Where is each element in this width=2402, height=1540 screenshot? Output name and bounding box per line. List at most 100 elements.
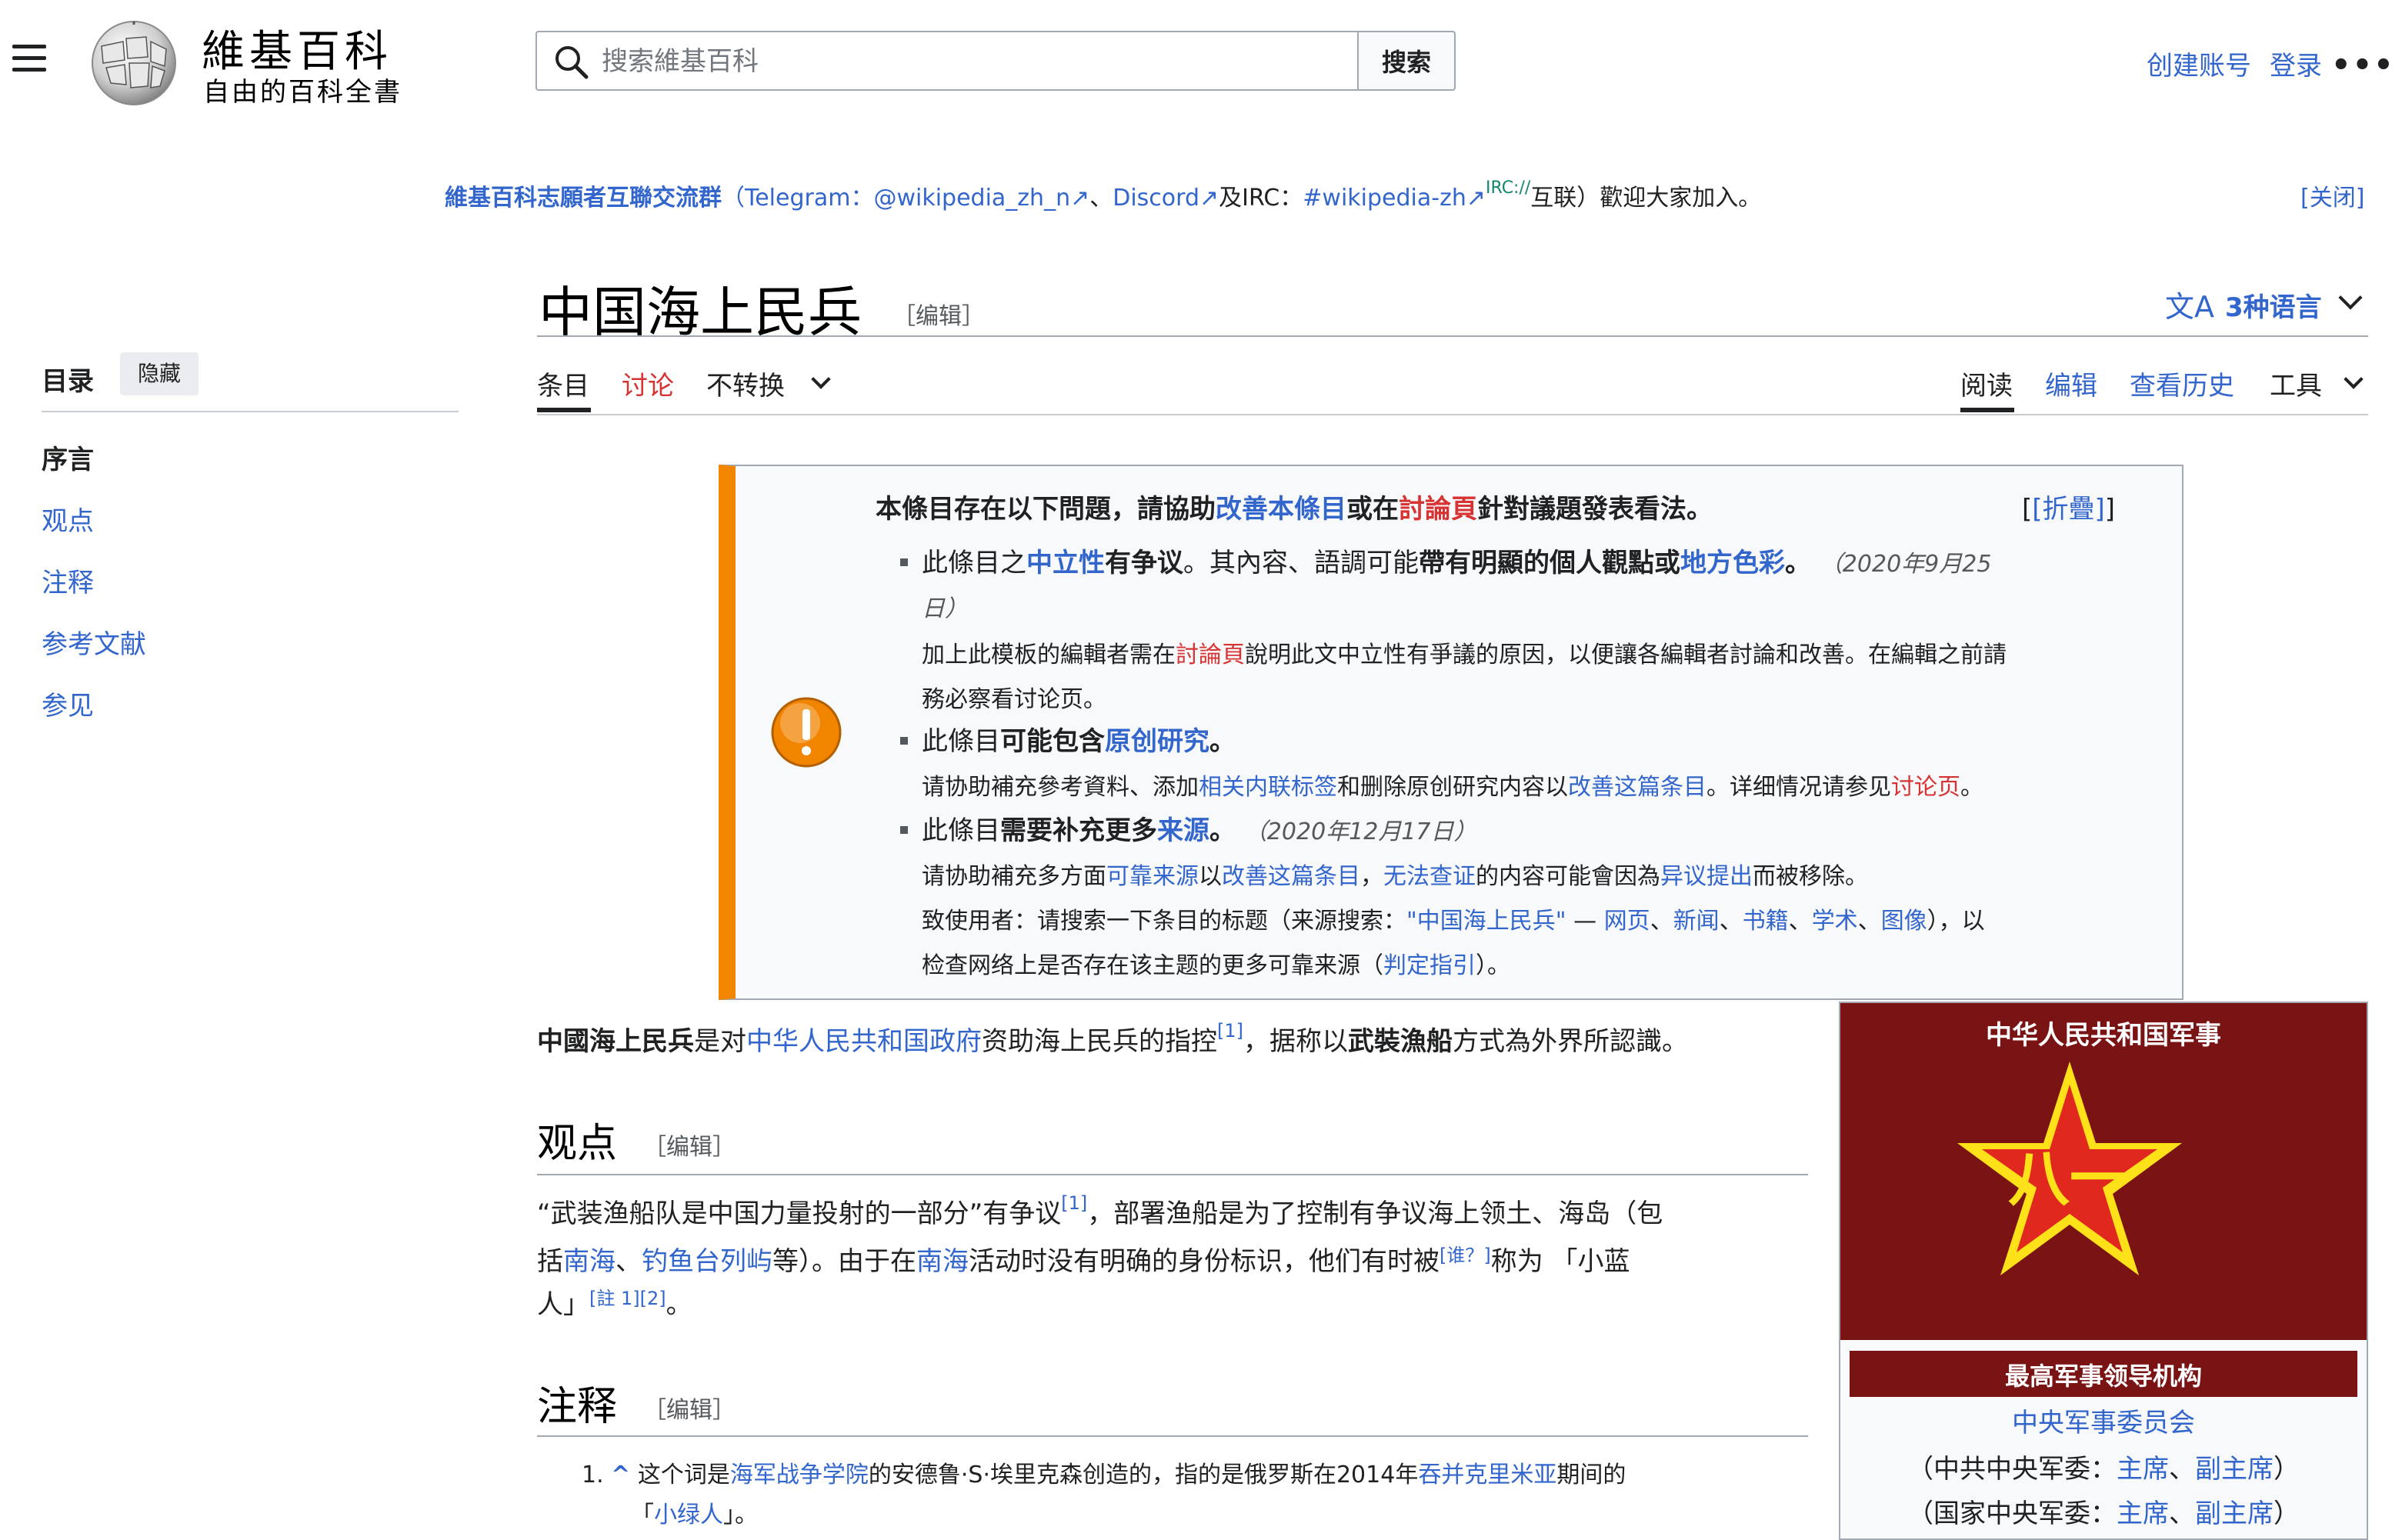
irc-link[interactable]: #wikipedia-zh — [1303, 185, 1466, 212]
naval-war-college-link[interactable]: 海军战争学院 — [730, 1462, 869, 1488]
tab-history[interactable]: 查看历史 — [2130, 365, 2234, 402]
talk-page-link[interactable]: 討論頁 — [1399, 494, 1477, 525]
talk-page-link[interactable]: 讨论页 — [1891, 774, 1960, 801]
more-options-button[interactable]: ••• — [2331, 48, 2395, 83]
tab-edit[interactable]: 编辑 — [2045, 365, 2097, 402]
tab-read[interactable]: 阅读 — [1960, 365, 2013, 402]
note-backlink[interactable]: ^ — [611, 1462, 630, 1488]
chevron-down-icon[interactable] — [2338, 285, 2363, 310]
bullet-icon — [900, 737, 908, 745]
note-1: 1. ^ 这个词是海军战争学院的安德鲁·S·埃里克森创造的，指的是俄罗斯在201… — [582, 1462, 1626, 1488]
diaoyu-islands-link[interactable]: 钓鱼台列屿 — [642, 1246, 772, 1277]
bullet-icon — [900, 558, 908, 566]
issue-neutrality-detail: 加上此模板的編輯者需在討論頁說明此文中立性有爭議的原因，以便讓各編輯者討論和改善… — [922, 642, 2007, 668]
toc-item-notes[interactable]: 注释 — [42, 562, 94, 599]
site-wordmark[interactable]: 維基百科 — [202, 17, 392, 79]
chairman-link[interactable]: 主席 — [2117, 1454, 2169, 1485]
citation-link[interactable]: [1] — [1061, 1192, 1087, 1214]
search-query-link[interactable]: "中国海上民兵" — [1406, 908, 1566, 935]
chevron-down-icon[interactable] — [2344, 369, 2364, 389]
crimea-annexation-link[interactable]: 吞并克里米亚 — [1418, 1462, 1556, 1488]
search-input[interactable] — [600, 34, 1342, 89]
search-images-link[interactable]: 图像 — [1881, 908, 1927, 935]
site-notice: 維基百科志願者互聯交流群（Telegram：@wikipedia_zh_n↗、D… — [445, 178, 1762, 212]
vice-chairman-link[interactable]: 副主席 — [2195, 1454, 2274, 1485]
infobox-section-title: 最高军事领导机构 — [2004, 1362, 2202, 1391]
wikipedia-globe-logo[interactable] — [86, 15, 186, 108]
volunteer-group-link[interactable]: 維基百科志願者互聯交流群 — [445, 185, 722, 212]
tabs-divider — [537, 414, 2368, 415]
improve-article-link[interactable]: 改善这篇条目 — [1568, 774, 1706, 801]
original-research-link[interactable]: 原创研究 — [1105, 726, 1209, 757]
improve-article-link[interactable]: 改善本條目 — [1216, 494, 1346, 525]
site-tagline: 自由的百科全書 — [203, 77, 402, 108]
language-button[interactable]: 3种语言 — [2225, 286, 2322, 324]
section-edit-link[interactable]: ［编辑］ — [643, 1128, 736, 1162]
reliable-sources-link[interactable]: 可靠来源 — [1106, 863, 1199, 890]
chevron-down-icon[interactable] — [811, 369, 831, 389]
discord-link[interactable]: Discord — [1113, 185, 1199, 212]
talk-page-link[interactable]: 討論頁 — [1176, 642, 1245, 668]
tab-tools[interactable]: 工具 — [2270, 365, 2322, 402]
find-sources-line: 致使用者：请搜索一下条目的标题（来源搜索："中国海上民兵" — 网页、新闻、书籍… — [922, 908, 1985, 935]
search-scholar-link[interactable]: 学术 — [1812, 908, 1858, 935]
svg-text:八一: 八一 — [2008, 1143, 2131, 1215]
search-button[interactable]: 搜索 — [1357, 31, 1456, 91]
toc-divider — [42, 411, 459, 412]
local-color-link[interactable]: 地方色彩 — [1680, 548, 1785, 578]
issues-header: 本條目存在以下問題，請協助改善本條目或在討論頁針對議題發表看法。 — [876, 494, 1713, 525]
neutrality-link[interactable]: 中立性 — [1026, 548, 1105, 578]
external-link-icon: ↗ — [1070, 185, 1090, 212]
toc-item-see-also[interactable]: 参见 — [42, 685, 94, 722]
note-citation-link[interactable]: [註 1][2] — [589, 1288, 666, 1309]
verifiability-link[interactable]: 无法查证 — [1383, 863, 1476, 890]
main-menu-button[interactable] — [12, 45, 46, 72]
little-green-men-link[interactable]: 小绿人 — [654, 1502, 723, 1528]
notice-close-link[interactable]: [关闭] — [2300, 178, 2364, 212]
citation-link[interactable]: [1] — [1217, 1020, 1243, 1042]
guideline-link[interactable]: 判定指引 — [1383, 952, 1476, 979]
infobox-row-state-cmc: （国家中央军委：主席、副主席） — [1907, 1498, 2300, 1529]
improve-article-link[interactable]: 改善这篇条目 — [1222, 863, 1360, 890]
south-china-sea-link[interactable]: 南海 — [916, 1246, 969, 1277]
collapse-link[interactable]: [[折疊]] — [2022, 488, 2115, 525]
section-heading-viewpoints: 观点 — [537, 1121, 618, 1167]
bullet-icon — [900, 826, 908, 834]
telegram-link[interactable]: @wikipedia_zh_n — [873, 185, 1070, 212]
tab-variant[interactable]: 不转换 — [706, 365, 785, 402]
note-1-line-2: 「小绿人」。 — [631, 1502, 758, 1528]
chairman-link[interactable]: 主席 — [2117, 1498, 2169, 1529]
search-books-link[interactable]: 书籍 — [1743, 908, 1789, 935]
title-edit-link[interactable]: ［编辑］ — [892, 297, 985, 331]
create-account-link[interactable]: 创建账号 — [2147, 45, 2251, 82]
section-divider — [537, 1174, 1808, 1175]
search-news-link[interactable]: 新闻 — [1673, 908, 1720, 935]
login-link[interactable]: 登录 — [2270, 45, 2322, 82]
toc-hide-button[interactable]: 隐藏 — [120, 352, 198, 395]
section-edit-link[interactable]: ［编辑］ — [643, 1391, 736, 1425]
tab-active-indicator — [1960, 408, 2014, 412]
vice-chairman-link[interactable]: 副主席 — [2195, 1498, 2274, 1529]
toc-item-references[interactable]: 参考文献 — [42, 623, 146, 661]
hamburger-icon — [12, 45, 46, 48]
tab-article[interactable]: 条目 — [537, 365, 589, 402]
challenge-link[interactable]: 异议提出 — [1660, 863, 1753, 890]
external-link-icon: ↗ — [1466, 185, 1486, 212]
find-sources-line-2: 检查网络上是否存在该主题的更多可靠来源（判定指引）。 — [922, 952, 1510, 979]
issue-neutrality: 此條目之中立性有争议。其內容、語調可能帶有明顯的個人觀點或地方色彩。 （2020… — [922, 548, 1992, 578]
tab-talk[interactable]: 讨论 — [622, 365, 674, 402]
sources-link[interactable]: 来源 — [1157, 815, 1209, 846]
infobox-title: 中华人民共和国军事 — [1986, 1020, 2221, 1051]
lead-paragraph: 中國海上民兵是对中华人民共和国政府资助海上民兵的指控[1]，据称以武裝漁船方式為… — [537, 1020, 1688, 1057]
issue-more-sources-detail: 请协助補充多方面可靠来源以改善这篇条目，无法查证的内容可能會因為异议提出而被移除… — [922, 863, 1868, 890]
toc-item-viewpoints[interactable]: 观点 — [42, 500, 94, 538]
toc-item-lead[interactable]: 序言 — [42, 438, 94, 476]
search-web-link[interactable]: 网页 — [1604, 908, 1650, 935]
prc-government-link[interactable]: 中华人民共和国政府 — [746, 1026, 982, 1057]
section-divider — [537, 1435, 1808, 1437]
tab-active-indicator — [537, 408, 591, 412]
who-tag-link[interactable]: [谁？] — [1440, 1245, 1491, 1266]
central-military-commission-link[interactable]: 中央军事委员会 — [1840, 1402, 2367, 1439]
south-china-sea-link[interactable]: 南海 — [563, 1246, 616, 1277]
inline-tags-link[interactable]: 相关内联标签 — [1199, 774, 1337, 801]
